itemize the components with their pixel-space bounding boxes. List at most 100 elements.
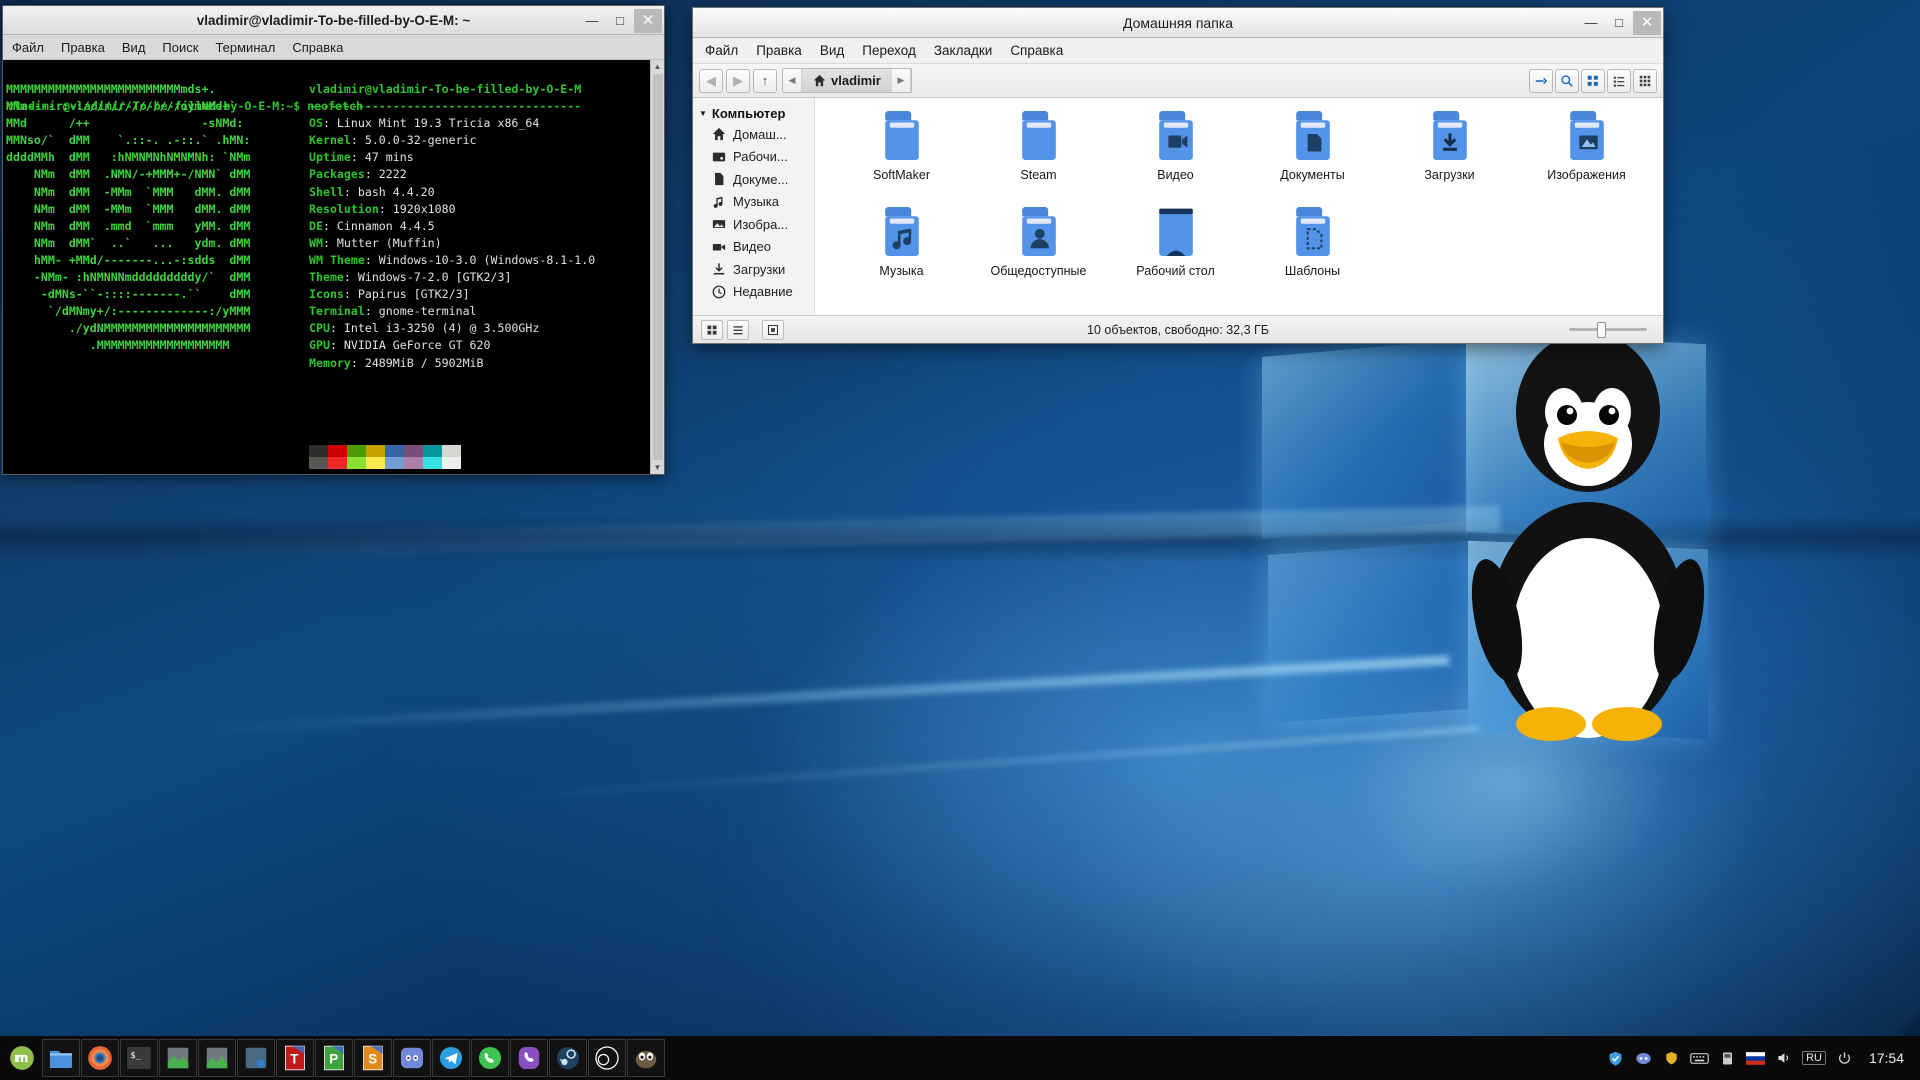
planmaker-green-icon[interactable] bbox=[198, 1039, 236, 1077]
office-blue-icon[interactable] bbox=[237, 1039, 275, 1077]
files-titlebar[interactable]: Домашняя папка — □ ✕ bbox=[693, 8, 1663, 38]
file-item[interactable]: Музыка bbox=[833, 204, 970, 300]
sidebar-item-7[interactable]: Загрузки bbox=[693, 258, 814, 281]
textmaker-red-icon[interactable]: T bbox=[276, 1039, 314, 1077]
viber-icon[interactable] bbox=[510, 1039, 548, 1077]
taskbar-launchers[interactable]: $_ T P S bbox=[0, 1039, 665, 1077]
files-icon[interactable] bbox=[42, 1039, 80, 1077]
file-item[interactable]: Видео bbox=[1107, 108, 1244, 204]
file-item[interactable]: Общедоступные bbox=[970, 204, 1107, 300]
terminal-minimize-button[interactable]: — bbox=[578, 9, 606, 33]
files-menu-file[interactable]: Файл bbox=[705, 43, 738, 58]
sidebar-item-3[interactable]: Докуме... bbox=[693, 168, 814, 191]
file-item[interactable]: Шаблоны bbox=[1244, 204, 1381, 300]
files-menu-edit[interactable]: Правка bbox=[756, 43, 802, 58]
telegram-icon[interactable] bbox=[432, 1039, 470, 1077]
language-indicator[interactable]: RU bbox=[1802, 1051, 1826, 1065]
breadcrumb[interactable]: ◀ vladimir ▶ bbox=[782, 68, 912, 93]
view-list-icon[interactable] bbox=[1607, 68, 1631, 93]
discord-icon[interactable] bbox=[393, 1039, 431, 1077]
view-grid-icon[interactable] bbox=[1581, 68, 1605, 93]
files-icon-view[interactable]: SoftMaker Steam Видео Документы Загрузки Изоб… bbox=[815, 98, 1663, 315]
file-item[interactable]: SoftMaker bbox=[833, 108, 970, 204]
files-sidebar[interactable]: ▼ Компьютер Домаш... Рабочи... Докуме... Му… bbox=[693, 98, 815, 315]
firefox-icon[interactable] bbox=[81, 1039, 119, 1077]
terminal-menu-file[interactable]: Файл bbox=[12, 40, 44, 55]
gimp-icon[interactable] bbox=[627, 1039, 665, 1077]
chevron-down-icon[interactable]: ▼ bbox=[699, 109, 707, 118]
file-item[interactable]: Steam bbox=[970, 108, 1107, 204]
terminal-menu-terminal[interactable]: Терминал bbox=[215, 40, 275, 55]
files-toolbar-right[interactable] bbox=[1529, 68, 1657, 93]
shield-tray-icon[interactable] bbox=[1662, 1049, 1681, 1068]
scroll-down-icon[interactable]: ▼ bbox=[654, 461, 662, 474]
sidebar-item-4[interactable]: Музыка bbox=[693, 191, 814, 214]
terminal-body[interactable]: vladimir@vladimir-To-be-filled-by-O-E-M:… bbox=[3, 60, 664, 474]
forward-icon[interactable]: ▶ bbox=[726, 68, 750, 93]
file-item[interactable]: Рабочий стол bbox=[1107, 204, 1244, 300]
removable-tray-icon[interactable] bbox=[1718, 1049, 1737, 1068]
terminal-window[interactable]: vladimir@vladimir-To-be-filled-by-O-E-M:… bbox=[2, 5, 665, 475]
flag-tray-icon[interactable] bbox=[1746, 1049, 1766, 1068]
volume-tray-icon[interactable] bbox=[1774, 1049, 1793, 1068]
terminal-close-button[interactable]: ✕ bbox=[634, 8, 662, 33]
zoom-slider[interactable] bbox=[1569, 321, 1647, 338]
breadcrumb-current[interactable]: vladimir bbox=[802, 69, 892, 92]
menu-mint-icon[interactable] bbox=[3, 1039, 41, 1077]
sidebar-header-computer[interactable]: ▼ Компьютер bbox=[693, 104, 814, 123]
files-toolbar[interactable]: ◀ ▶ ↑ ◀ vladimir ▶ bbox=[693, 64, 1663, 98]
textmaker-green-icon[interactable] bbox=[159, 1039, 197, 1077]
terminal-menu-help[interactable]: Справка bbox=[292, 40, 343, 55]
sidebar-item-2[interactable]: Рабочи... bbox=[693, 146, 814, 169]
terminal-maximize-button[interactable]: □ bbox=[606, 9, 634, 33]
taskbar[interactable]: $_ T P S RU 17:54 bbox=[0, 1036, 1920, 1080]
file-item[interactable]: Документы bbox=[1244, 108, 1381, 204]
file-manager-window[interactable]: Домашняя папка — □ ✕ Файл Правка Вид Пер… bbox=[692, 7, 1664, 344]
steam-icon[interactable] bbox=[549, 1039, 587, 1077]
terminal-titlebar[interactable]: vladimir@vladimir-To-be-filled-by-O-E-M:… bbox=[3, 6, 664, 35]
breadcrumb-prev-icon[interactable]: ◀ bbox=[783, 69, 802, 92]
presentations-green-icon[interactable]: P bbox=[315, 1039, 353, 1077]
files-menu-bookmarks[interactable]: Закладки bbox=[934, 43, 992, 58]
search-icon[interactable] bbox=[1555, 68, 1579, 93]
files-menu-view[interactable]: Вид bbox=[820, 43, 844, 58]
files-maximize-button[interactable]: □ bbox=[1605, 11, 1633, 35]
files-menu-go[interactable]: Переход bbox=[862, 43, 916, 58]
sidebar-item-5[interactable]: Изобра... bbox=[693, 213, 814, 236]
power-tray-icon[interactable] bbox=[1835, 1049, 1854, 1068]
file-item[interactable]: Изображения bbox=[1518, 108, 1655, 204]
up-icon[interactable]: ↑ bbox=[753, 68, 777, 93]
spreadsheet-orange-icon[interactable]: S bbox=[354, 1039, 392, 1077]
terminal-menu-edit[interactable]: Правка bbox=[61, 40, 105, 55]
sidebar-item-8[interactable]: Недавние bbox=[693, 281, 814, 304]
terminal-scrollbar[interactable]: ▲ ▼ bbox=[650, 60, 664, 474]
files-menu-help[interactable]: Справка bbox=[1010, 43, 1063, 58]
folder-plain-icon bbox=[868, 108, 936, 163]
back-icon[interactable]: ◀ bbox=[699, 68, 723, 93]
terminal-icon[interactable]: $_ bbox=[120, 1039, 158, 1077]
sidebar-item-label: Загрузки bbox=[733, 261, 786, 277]
update-shield-icon[interactable] bbox=[1606, 1049, 1625, 1068]
files-minimize-button[interactable]: — bbox=[1577, 11, 1605, 35]
sidebar-item-6[interactable]: Видео bbox=[693, 236, 814, 259]
terminal-menubar[interactable]: Файл Правка Вид Поиск Терминал Справка bbox=[3, 35, 664, 60]
edit-location-icon[interactable] bbox=[1529, 68, 1553, 93]
files-close-button[interactable]: ✕ bbox=[1633, 10, 1661, 35]
view-compact-icon[interactable] bbox=[1633, 68, 1657, 93]
discord-tray-icon[interactable] bbox=[1634, 1049, 1653, 1068]
palette-swatch bbox=[423, 457, 442, 469]
terminal-menu-search[interactable]: Поиск bbox=[162, 40, 198, 55]
terminal-menu-view[interactable]: Вид bbox=[122, 40, 146, 55]
taskbar-clock[interactable]: 17:54 bbox=[1863, 1050, 1910, 1066]
zoom-slider-thumb[interactable] bbox=[1597, 321, 1606, 338]
terminal-scroll-thumb[interactable] bbox=[652, 74, 663, 460]
files-menubar[interactable]: Файл Правка Вид Переход Закладки Справка bbox=[693, 38, 1663, 64]
whatsapp-icon[interactable] bbox=[471, 1039, 509, 1077]
obs-icon[interactable] bbox=[588, 1039, 626, 1077]
taskbar-tray[interactable]: RU 17:54 bbox=[1606, 1049, 1920, 1068]
breadcrumb-next-icon[interactable]: ▶ bbox=[891, 69, 911, 92]
scroll-up-icon[interactable]: ▲ bbox=[654, 60, 662, 73]
sidebar-item-1[interactable]: Домаш... bbox=[693, 123, 814, 146]
file-item[interactable]: Загрузки bbox=[1381, 108, 1518, 204]
keyboard-tray-icon[interactable] bbox=[1690, 1049, 1709, 1068]
